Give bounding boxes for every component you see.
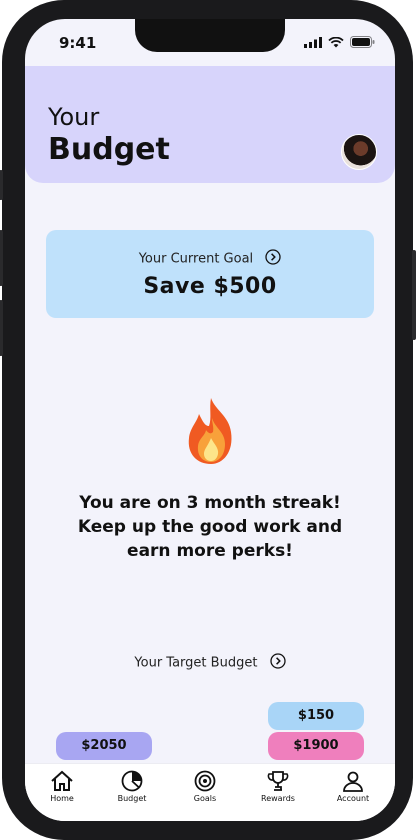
fire-icon: [188, 398, 232, 464]
phone-frame: Your Budget 9:41 Your Current Goal Save …: [0, 0, 416, 840]
avatar[interactable]: [341, 134, 377, 170]
tab-rewards-label: Rewards: [261, 794, 295, 803]
mute-switch: [0, 170, 3, 200]
tab-bar: Home Budget Goals Rewards Account: [25, 763, 395, 821]
power-button: [412, 250, 416, 340]
tab-account[interactable]: Account: [323, 770, 383, 803]
streak-message: You are on 3 month streak! Keep up the g…: [55, 491, 365, 563]
volume-down-button: [0, 300, 3, 356]
tab-account-label: Account: [336, 794, 370, 803]
current-goal-label-row: Your Current Goal: [46, 249, 374, 269]
target-icon: [194, 770, 216, 792]
wifi-icon: [328, 36, 344, 47]
home-icon: [51, 770, 73, 791]
budget-spent-pill[interactable]: $1900: [268, 732, 364, 760]
tab-rewards[interactable]: Rewards: [248, 770, 308, 803]
battery-icon: [350, 36, 375, 48]
header-title-line1: Your: [48, 103, 100, 131]
tab-budget-label: Budget: [117, 794, 147, 803]
streak-line-1: You are on 3 month streak!: [79, 493, 341, 513]
status-icons: [304, 36, 375, 48]
tab-home[interactable]: Home: [32, 770, 92, 803]
tab-budget[interactable]: Budget: [102, 770, 162, 803]
current-goal-label: Your Current Goal: [138, 251, 254, 267]
notch: [135, 19, 285, 52]
signal-icon: [304, 36, 322, 48]
budget-header: Your Budget: [25, 66, 395, 183]
status-time: 9:41: [59, 34, 97, 52]
app-screen: Your Budget 9:41 Your Current Goal Save …: [25, 19, 395, 821]
tab-goals[interactable]: Goals: [175, 770, 235, 803]
target-budget-label: Your Target Budget: [134, 655, 258, 671]
tab-goals-label: Goals: [193, 794, 217, 803]
volume-up-button: [0, 230, 3, 286]
trophy-icon: [267, 771, 289, 791]
streak-line-2: Keep up the good work and: [77, 517, 343, 537]
streak-line-3: earn more perks!: [127, 541, 293, 561]
target-budget-row[interactable]: Your Target Budget: [25, 653, 395, 673]
budget-total-pill[interactable]: $2050: [56, 732, 152, 760]
current-goal-card[interactable]: Your Current Goal Save $500: [46, 230, 374, 318]
current-goal-value: Save $500: [143, 274, 277, 299]
chevron-right-circle-icon[interactable]: [265, 249, 281, 269]
budget-remaining-pill[interactable]: $150: [268, 702, 364, 730]
pie-chart-icon: [121, 770, 143, 792]
tab-home-label: Home: [50, 794, 74, 803]
header-title-line2: Budget: [48, 132, 170, 167]
user-icon: [343, 771, 363, 792]
chevron-right-circle-icon[interactable]: [269, 653, 286, 673]
